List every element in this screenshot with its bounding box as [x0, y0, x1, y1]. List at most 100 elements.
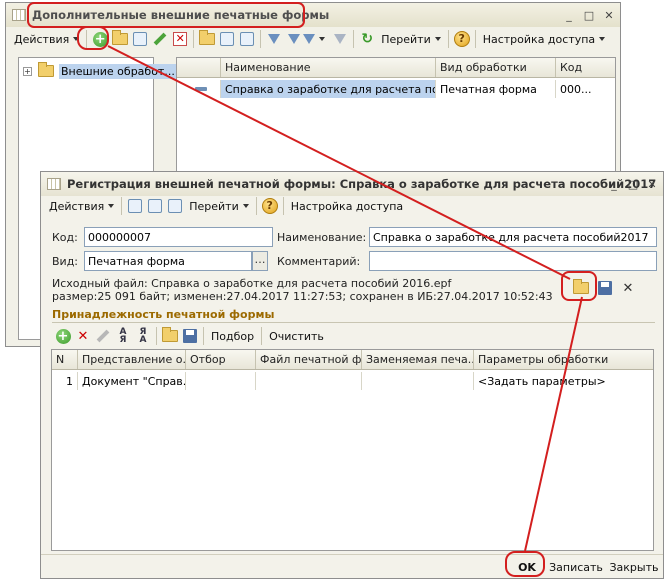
tree-root-item[interactable]: + Внешние обработ...: [23, 62, 177, 79]
chevron-down-icon: [73, 37, 80, 41]
column-header-code[interactable]: Код: [556, 58, 615, 77]
clear-button[interactable]: Очистить: [265, 326, 328, 346]
sort-desc-button[interactable]: ЯA: [133, 326, 153, 346]
filter-button[interactable]: [264, 29, 284, 49]
column-header-n[interactable]: N: [52, 350, 78, 369]
toolbar-divider: [474, 30, 476, 48]
access-settings-menu[interactable]: Настройка доступа: [479, 29, 609, 49]
dialog-goto-menu[interactable]: Перейти: [185, 196, 253, 216]
close-button[interactable]: Закрыть: [607, 557, 661, 577]
code-label: Код:: [52, 231, 78, 244]
column-header-params[interactable]: Параметры обработки: [474, 350, 653, 369]
cell-filter[interactable]: [186, 372, 256, 390]
dialog-titlebar[interactable]: Регистрация внешней печатной формы: Спра…: [41, 172, 663, 196]
bottom-divider: [41, 554, 663, 555]
column-header-filter[interactable]: Отбор: [186, 350, 256, 369]
add-group-button[interactable]: [110, 29, 130, 49]
delete-button[interactable]: ✕: [170, 29, 190, 49]
delete-icon: ✕: [77, 328, 89, 344]
hierarchy-button[interactable]: [197, 29, 217, 49]
chevron-down-icon: [319, 37, 326, 41]
ownership-table[interactable]: N Представление о... Отбор Файл печатной…: [51, 349, 654, 551]
main-window-titlebar[interactable]: Дополнительные внешние печатные формы: [6, 3, 620, 27]
actions-menu-label: Действия: [14, 32, 70, 46]
kind-field[interactable]: Печатная форма: [84, 251, 252, 271]
maximize-icon[interactable]: □: [626, 177, 640, 191]
dialog-access-settings[interactable]: Настройка доступа: [287, 196, 407, 216]
level-down-button[interactable]: [217, 29, 237, 49]
minimize-icon[interactable]: _: [607, 177, 621, 191]
delete-row-button[interactable]: ✕: [73, 326, 93, 346]
name-field[interactable]: Справка о заработке для расчета пособий2…: [369, 227, 657, 247]
tree-root-label: Внешние обработ...: [59, 63, 177, 79]
cell-print-file[interactable]: [256, 372, 362, 390]
maximize-icon[interactable]: □: [582, 8, 596, 22]
section-divider: [52, 322, 655, 323]
help-button[interactable]: ?: [452, 29, 472, 49]
dialog-toolbar: Действия Перейти ? Настройка доступа: [41, 194, 663, 218]
filter-menu-button[interactable]: [303, 29, 326, 49]
table-row[interactable]: 1 Документ "Справ... <Задать параметры>: [52, 372, 653, 390]
save-table-button[interactable]: [180, 326, 200, 346]
table-toolbar: + ✕ AЯ ЯA Подбор Очистить: [49, 324, 655, 348]
filter-menu-icon: [303, 34, 316, 44]
open-file-button[interactable]: [571, 278, 591, 298]
minimize-icon[interactable]: _: [562, 8, 576, 22]
window-icon: [12, 9, 26, 21]
save-button[interactable]: [145, 196, 165, 216]
table-row[interactable]: Справка о заработке для расчета посо... …: [177, 80, 615, 98]
help-icon: ?: [453, 31, 470, 47]
cell-params[interactable]: <Задать параметры>: [474, 372, 653, 390]
dialog-goto-label: Перейти: [189, 199, 239, 213]
close-icon[interactable]: ✕: [602, 8, 616, 22]
sort-asc-button[interactable]: AЯ: [113, 326, 133, 346]
column-header-replaced[interactable]: Заменяемая печа...: [362, 350, 474, 369]
help-button[interactable]: ?: [260, 196, 280, 216]
cell-replaced[interactable]: [362, 372, 474, 390]
close-icon[interactable]: ✕: [645, 177, 659, 191]
actions-menu[interactable]: Действия: [10, 29, 83, 49]
clear-filter-button[interactable]: [330, 29, 350, 49]
cell-representation[interactable]: Документ "Справ...: [78, 372, 186, 390]
write-button[interactable]: Записать: [547, 557, 605, 577]
add-button[interactable]: +: [90, 29, 110, 49]
tree-up-icon: [240, 32, 255, 46]
edit-button[interactable]: [150, 29, 170, 49]
copy-button[interactable]: [165, 196, 185, 216]
column-header-representation[interactable]: Представление о...: [78, 350, 186, 369]
toolbar-divider: [121, 197, 123, 215]
add-icon: +: [55, 328, 71, 344]
goto-menu[interactable]: Перейти: [377, 29, 445, 49]
column-header-print-file[interactable]: Файл печатной ф...: [256, 350, 362, 369]
tree-icon: [220, 32, 235, 46]
expand-icon[interactable]: +: [23, 66, 32, 76]
refresh-button[interactable]: ↻: [357, 29, 377, 49]
code-field[interactable]: 000000007: [84, 227, 273, 247]
copy-button[interactable]: [130, 29, 150, 49]
kind-select-button[interactable]: …: [252, 251, 268, 271]
toolbar-divider: [353, 30, 355, 48]
level-up-button[interactable]: [237, 29, 257, 49]
load-button[interactable]: [160, 326, 180, 346]
save-file-button[interactable]: [595, 278, 615, 298]
goto-menu-label: Перейти: [381, 32, 431, 46]
main-toolbar: Действия + ✕ ↻ Перейти ? Настройка досту…: [6, 27, 620, 51]
edit-row-button[interactable]: [93, 326, 113, 346]
column-header-kind[interactable]: Вид обработки: [436, 58, 556, 77]
comment-field[interactable]: [369, 251, 657, 271]
toolbar-divider: [156, 327, 157, 345]
toolbar-divider: [203, 327, 204, 345]
filter-by-value-button[interactable]: [284, 29, 304, 49]
select-button[interactable]: Подбор: [207, 326, 258, 346]
post-button[interactable]: [125, 196, 145, 216]
dialog-actions-menu[interactable]: Действия: [45, 196, 118, 216]
ok-button[interactable]: OK: [511, 557, 543, 577]
save-icon: [148, 199, 163, 213]
column-header-name[interactable]: Наименование: [221, 58, 436, 77]
source-file-details: размер:25 091 байт; изменен:27.04.2017 1…: [52, 290, 553, 303]
add-row-button[interactable]: +: [53, 326, 73, 346]
toolbar-divider: [255, 197, 257, 215]
refresh-icon: ↻: [361, 31, 374, 47]
folder-open-icon: [573, 279, 589, 294]
clear-file-button[interactable]: ✕: [618, 278, 638, 298]
